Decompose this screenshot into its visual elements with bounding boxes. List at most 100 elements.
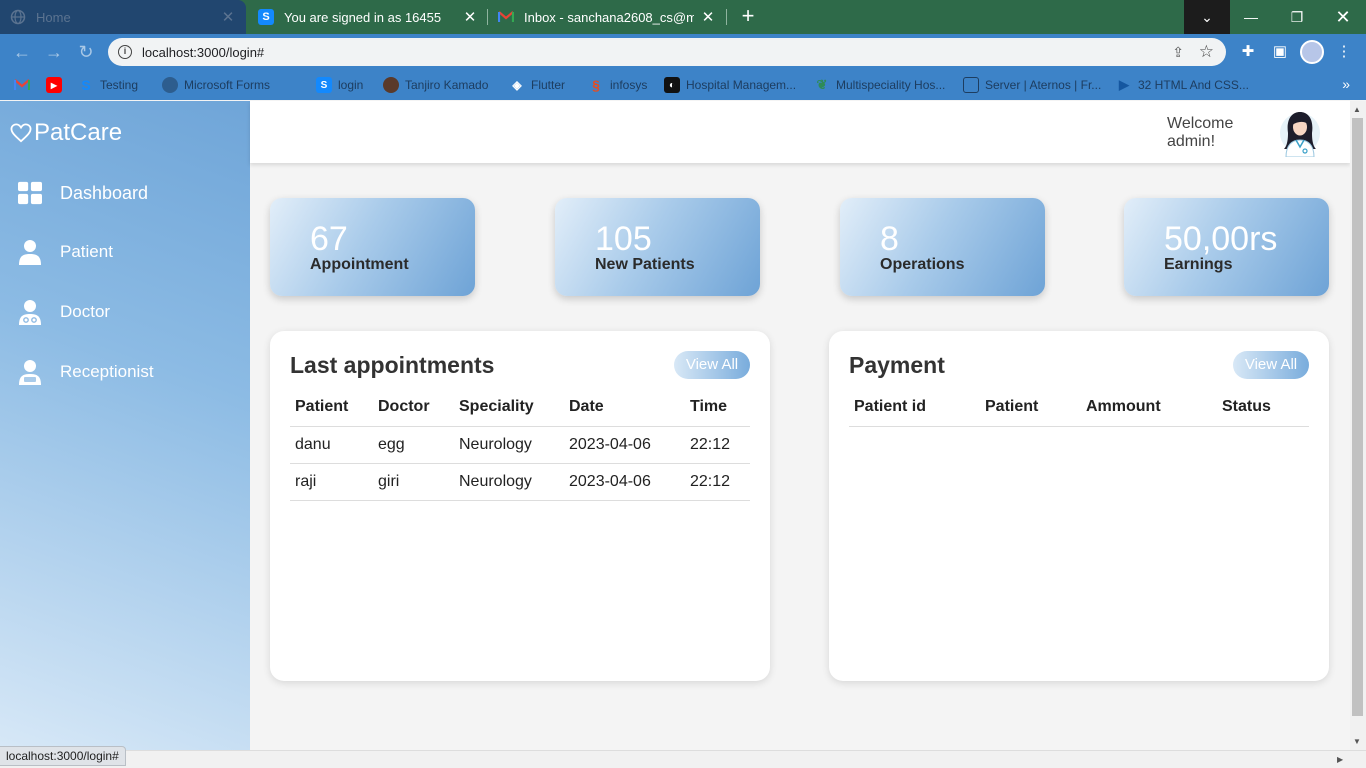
card-title: Payment (849, 352, 945, 378)
view-all-payments-button[interactable]: View All (1233, 351, 1309, 379)
forward-arrow-icon[interactable]: → (42, 40, 66, 64)
bookmark-microsoft-forms[interactable]: Microsoft Forms (162, 77, 270, 93)
tab-close-icon[interactable]: ✕ (462, 8, 478, 26)
scroll-up-arrow-icon[interactable]: ▲ (1353, 105, 1361, 114)
bookmark-youtube[interactable]: ▶ (46, 77, 68, 93)
bookmark-html-css[interactable]: ▶ 32 HTML And CSS... (1116, 77, 1249, 93)
tab-close-icon[interactable]: ✕ (700, 8, 716, 26)
vertical-scrollbar[interactable]: ▲ ▼ (1350, 101, 1366, 750)
side-panel-icon[interactable]: ▣ (1270, 42, 1290, 60)
infosys-icon: § (592, 77, 600, 93)
browser-tab-inbox[interactable]: Inbox - sanchana2608_cs@mepco ✕ (488, 0, 726, 34)
site-info-icon[interactable]: i (118, 45, 132, 59)
share-icon[interactable]: ⇪ (1172, 44, 1184, 61)
admin-avatar[interactable] (1278, 107, 1322, 158)
top-header: Welcome admin! (250, 101, 1350, 163)
column-header: Patient (290, 389, 373, 427)
minimize-window-icon[interactable]: — (1228, 0, 1274, 34)
column-header: Speciality (454, 389, 564, 427)
s-icon: S (81, 77, 91, 93)
sidebar: PatCare Dashboard Patient Doctor Recepti… (0, 101, 250, 750)
bookmark-label: infosys (610, 78, 648, 92)
extensions-puzzle-icon[interactable]: ✚ (1238, 42, 1258, 60)
scroll-right-arrow-icon[interactable]: ▶ (1337, 755, 1343, 764)
table-cell: egg (373, 426, 454, 464)
bookmark-hospital-management[interactable]: ◐ Hospital Managem... (664, 77, 796, 93)
status-bar-url: localhost:3000/login# (0, 746, 126, 766)
bookmark-label: 32 HTML And CSS... (1138, 78, 1249, 92)
horizontal-scrollbar[interactable]: ▶ (0, 750, 1366, 768)
bookmarks-overflow-chevron-icon[interactable]: » (1342, 76, 1350, 92)
reload-icon[interactable]: ↻ (74, 40, 98, 64)
table-header-row: Patient id Patient Ammount Status (849, 389, 1309, 427)
column-header: Doctor (373, 389, 454, 427)
payment-table: Patient id Patient Ammount Status (849, 389, 1309, 427)
bookmark-multispeciality[interactable]: ❦ Multispeciality Hos... (814, 77, 946, 93)
bookmarks-bar: ▶ S Testing Microsoft Forms S login Tanj… (0, 70, 1366, 100)
stackblitz-s-icon: S (258, 9, 274, 25)
bookmark-flutter[interactable]: ◈ Flutter (509, 77, 565, 93)
column-header: Patient id (849, 389, 980, 427)
card-title: Last appointments (290, 352, 495, 378)
sidebar-item-patient[interactable]: Patient (18, 237, 113, 267)
address-url[interactable]: localhost:3000/login# (142, 45, 264, 60)
sidebar-item-label: Receptionist (60, 362, 154, 381)
aternos-icon (963, 77, 979, 93)
table-cell: danu (290, 426, 373, 464)
user-icon (18, 239, 42, 265)
table-cell: raji (290, 463, 373, 501)
stat-card-earnings: 50,00rs Earnings (1124, 198, 1329, 296)
stat-label: Operations (880, 256, 965, 273)
table-header-row: Patient Doctor Speciality Date Time (290, 389, 750, 427)
restore-window-icon[interactable]: ❐ (1274, 0, 1320, 34)
table-row: danu egg Neurology 2023-04-06 22:12 (290, 426, 750, 464)
receptionist-icon (18, 359, 42, 385)
sidebar-item-dashboard[interactable]: Dashboard (18, 178, 148, 208)
sidebar-item-label: Dashboard (60, 182, 149, 203)
stat-value: 105 (595, 220, 652, 258)
scroll-down-arrow-icon[interactable]: ▼ (1353, 737, 1361, 746)
bookmark-star-icon[interactable]: ☆ (1199, 42, 1214, 62)
browser-tab-signed-in[interactable]: S You are signed in as 16455 ✕ (248, 0, 488, 34)
bookmark-login[interactable]: S login (316, 77, 363, 93)
table-cell: 22:12 (685, 426, 750, 464)
table-cell: giri (373, 463, 454, 501)
profile-avatar[interactable] (1300, 40, 1324, 64)
bookmark-aternos[interactable]: Server | Aternos | Fr... (963, 77, 1101, 93)
brand-logo[interactable]: PatCare (10, 119, 122, 147)
bookmark-testing[interactable]: S Testing (78, 77, 138, 93)
bookmark-label: Tanjiro Kamado (405, 78, 489, 92)
heart-icon (10, 123, 32, 143)
bookmark-label: Microsoft Forms (184, 78, 271, 92)
browser-tab-home[interactable]: Home ✕ (0, 0, 246, 34)
view-all-appointments-button[interactable]: View All (674, 351, 750, 379)
tab-close-icon[interactable]: ✕ (220, 8, 236, 26)
table-cell: 22:12 (685, 463, 750, 501)
bookmark-gmail[interactable] (14, 77, 36, 93)
flutter-icon: ◈ (512, 78, 522, 92)
close-window-icon[interactable]: ✕ (1320, 0, 1366, 34)
gmail-icon (14, 77, 30, 93)
stat-card-appointment: 67 Appointment (270, 198, 475, 296)
leaf-icon: ❦ (816, 77, 828, 92)
brand-name: PatCare (34, 119, 123, 146)
youtube-icon: ▶ (46, 77, 62, 93)
back-arrow-icon[interactable]: ← (10, 40, 34, 64)
bookmark-label: Hospital Managem... (686, 78, 797, 92)
sidebar-item-doctor[interactable]: Doctor (18, 297, 110, 327)
column-header: Date (564, 389, 685, 427)
scrollbar-thumb[interactable] (1352, 118, 1363, 716)
stat-label: Earnings (1164, 256, 1233, 273)
stat-card-new-patients: 105 New Patients (555, 198, 760, 296)
bookmark-tanjiro[interactable]: Tanjiro Kamado (383, 77, 488, 93)
bookmark-label: Testing (100, 78, 139, 92)
bookmark-infosys[interactable]: § infosys (588, 77, 647, 93)
menu-kebab-icon[interactable]: ⋮ (1334, 42, 1354, 60)
address-bar[interactable]: i localhost:3000/login# ⇪ ☆ (108, 38, 1226, 66)
column-header: Status (1217, 389, 1309, 427)
sidebar-item-receptionist[interactable]: Receptionist (18, 357, 154, 387)
hospital-icon: ◐ (664, 77, 680, 93)
stat-label: New Patients (595, 256, 695, 273)
new-tab-plus-icon[interactable]: + (736, 4, 760, 30)
tab-search-chevron-icon[interactable]: ⌄ (1184, 0, 1230, 34)
